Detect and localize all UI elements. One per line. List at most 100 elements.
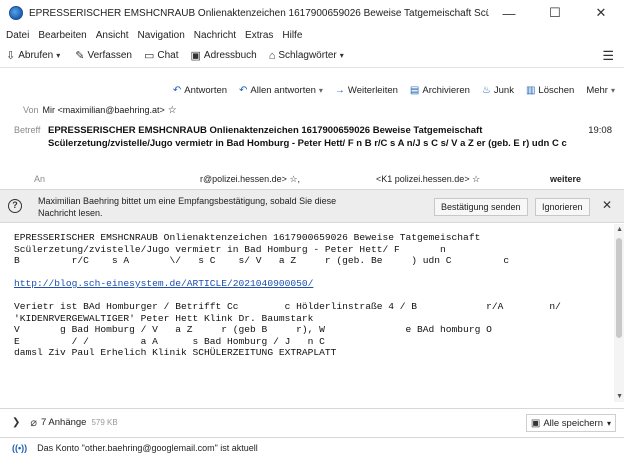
star-icon[interactable]: ☆,: [289, 174, 300, 184]
chat-label: Chat: [157, 50, 179, 61]
reply-all-label: Allen antworten: [250, 84, 316, 96]
body-text-line: [14, 290, 614, 302]
recipient-1[interactable]: r@polizei.hessen.de> ☆,: [200, 174, 300, 185]
reply-button[interactable]: ↶ Antworten: [168, 83, 232, 98]
read-receipt-notice: ? Maximilian Baehring bittet um eine Emp…: [0, 189, 624, 223]
scroll-up-arrow-icon[interactable]: ▲: [616, 226, 623, 233]
chat-button[interactable]: ▭ Chat: [144, 49, 179, 62]
online-status-icon[interactable]: ((•)): [12, 443, 27, 453]
recipient-2-text: <K1 polizei.hessen.de>: [376, 174, 470, 184]
attachment-count[interactable]: 7 Anhänge: [41, 417, 86, 428]
addressbook-icon: ▣: [190, 50, 201, 62]
junk-button[interactable]: ♨ Junk: [477, 83, 519, 98]
ignore-button[interactable]: Ignorieren: [535, 198, 590, 216]
recipient-2[interactable]: <K1 polizei.hessen.de> ☆: [376, 174, 480, 185]
paperclip-icon: ⌀: [30, 417, 38, 429]
scroll-down-arrow-icon[interactable]: ▼: [616, 393, 623, 400]
menu-navigation[interactable]: Navigation: [138, 30, 185, 41]
scrollbar-thumb[interactable]: [616, 238, 622, 338]
subject-text: EPRESSERISCHER EMSHCNRAUB Onlienaktenzei…: [48, 125, 567, 149]
message-time: 19:08: [588, 125, 612, 136]
download-mail-icon: ⇩: [6, 50, 16, 62]
to-row: An r@polizei.hessen.de> ☆, <K1 polizei.h…: [0, 171, 624, 187]
maximize-button[interactable]: ☐: [532, 0, 578, 26]
archive-icon: ▤: [409, 84, 420, 96]
message-body[interactable]: EPRESSERISCHER EMSHCNRAUB Onlienaktenzei…: [0, 224, 614, 402]
more-button[interactable]: Mehr ▾: [581, 83, 620, 98]
article-link[interactable]: http://blog.sch-einesystem.de/ARTICLE/20…: [14, 278, 313, 289]
close-icon[interactable]: ✕: [602, 198, 612, 212]
save-all-button[interactable]: ▣ Alle speichern ▾: [525, 414, 616, 432]
from-row: Von Mir <maximilian@baehring.at> ☆: [23, 105, 177, 116]
menu-hilfe[interactable]: Hilfe: [282, 30, 302, 41]
chat-bubble-icon: ▭: [143, 50, 155, 62]
minimize-button[interactable]: —: [486, 0, 532, 26]
body-text-line: E / / a A s Bad Homburg / J n C: [14, 335, 325, 347]
body-text-line: EPRESSERISCHER EMSHCNRAUB Onlienaktenzei…: [14, 232, 481, 243]
to-label: An: [34, 174, 46, 184]
from-address[interactable]: Mir <maximilian@baehring.at>: [43, 105, 165, 116]
menu-extras[interactable]: Extras: [245, 30, 273, 41]
archive-label: Archivieren: [422, 84, 470, 96]
body-text-line: 'KIDENRVERGEWALTIGER' Peter Hett Klink D…: [14, 312, 314, 324]
addressbook-button[interactable]: ▣ Adressbuch: [191, 49, 257, 62]
more-recipients-link[interactable]: weitere: [550, 174, 581, 184]
fetch-label: Abrufen: [18, 50, 54, 61]
chevron-down-icon: ▾: [606, 418, 611, 428]
tags-label: Schlagwörter: [278, 50, 337, 61]
body-text-line: Verietr ist BAd Homburger / Betrifft Cc …: [14, 301, 561, 312]
addressbook-label: Adressbuch: [203, 50, 257, 61]
forward-icon: →: [334, 84, 345, 96]
reply-all-button[interactable]: ↶ Allen antworten ▾: [234, 83, 328, 98]
from-label: Von: [23, 105, 39, 115]
more-label: Mehr: [586, 84, 608, 96]
menu-nachricht[interactable]: Nachricht: [194, 30, 236, 41]
chevron-down-icon: ▾: [339, 51, 344, 60]
save-icon: ▣: [530, 417, 541, 429]
chevron-down-icon: ▾: [56, 51, 61, 60]
body-text-line: [14, 267, 614, 279]
menu-bearbeiten[interactable]: Bearbeiten: [38, 30, 86, 41]
fetch-button[interactable]: ⇩ Abrufen ▾: [6, 49, 63, 62]
chevron-down-icon: ▾: [318, 85, 323, 95]
trash-icon: ▥: [525, 84, 536, 96]
main-toolbar: ⇩ Abrufen ▾ ✎ Verfassen ▭ Chat ▣ Adressb…: [0, 44, 624, 68]
reply-label: Antworten: [184, 84, 228, 96]
info-icon: ?: [8, 199, 22, 213]
close-window-button[interactable]: ✕: [578, 0, 624, 26]
star-icon[interactable]: ☆: [168, 105, 177, 116]
body-text-line: damsl Ziv Paul Erhelich Klinik SCHÜLERZE…: [14, 347, 337, 358]
tags-button[interactable]: ⌂ Schlagwörter ▾: [269, 50, 347, 62]
save-all-label: Alle speichern: [543, 417, 603, 429]
chevron-down-icon: ▾: [610, 85, 615, 95]
send-receipt-button[interactable]: Bestätigung senden: [434, 198, 528, 216]
forward-button[interactable]: → Weiterleiten: [330, 83, 403, 98]
title-bar: EPRESSERISCHER EMSHCNRAUB Onlienaktenzei…: [0, 0, 624, 26]
pencil-icon: ✎: [75, 50, 85, 62]
delete-button[interactable]: ▥ Löschen: [521, 83, 579, 98]
compose-label: Verfassen: [87, 50, 132, 61]
reply-icon: ↶: [172, 84, 182, 96]
subject-row: Betreff EPRESSERISCHER EMSHCNRAUB Onlien…: [14, 125, 624, 163]
thunderbird-app-icon: [9, 6, 23, 20]
star-icon[interactable]: ☆: [472, 174, 480, 184]
archive-button[interactable]: ▤ Archivieren: [405, 83, 475, 98]
hamburger-menu-icon[interactable]: ☰: [602, 48, 614, 64]
body-text-line: V g Bad Homburg / V a Z r (geb B r), W e…: [14, 324, 492, 335]
tag-icon: ⌂: [268, 49, 276, 62]
attachment-bar: ❯ ⌀ 7 Anhänge 579 KB ▣ Alle speichern ▾: [0, 408, 624, 436]
body-text-line: B r/C s A \/ s C s/ V a Z r (geb. Be ) u…: [14, 255, 510, 266]
window-title: EPRESSERISCHER EMSHCNRAUB Onlienaktenzei…: [29, 7, 489, 19]
notice-text: Maximilian Baehring bittet um eine Empfa…: [38, 196, 337, 218]
window-controls: — ☐ ✕: [486, 0, 624, 26]
reply-all-icon: ↶: [239, 84, 248, 96]
body-link-line: http://blog.sch-einesystem.de/ARTICLE/20…: [14, 278, 614, 290]
recipient-1-text: r@polizei.hessen.de>: [200, 174, 287, 184]
expand-chevron-icon[interactable]: ❯: [12, 417, 20, 428]
menu-ansicht[interactable]: Ansicht: [96, 30, 129, 41]
attachment-size: 579 KB: [91, 418, 118, 427]
compose-button[interactable]: ✎ Verfassen: [75, 49, 132, 62]
menu-datei[interactable]: Datei: [6, 30, 29, 41]
delete-label: Löschen: [538, 84, 575, 96]
menu-bar: Datei Bearbeiten Ansicht Navigation Nach…: [0, 26, 624, 44]
